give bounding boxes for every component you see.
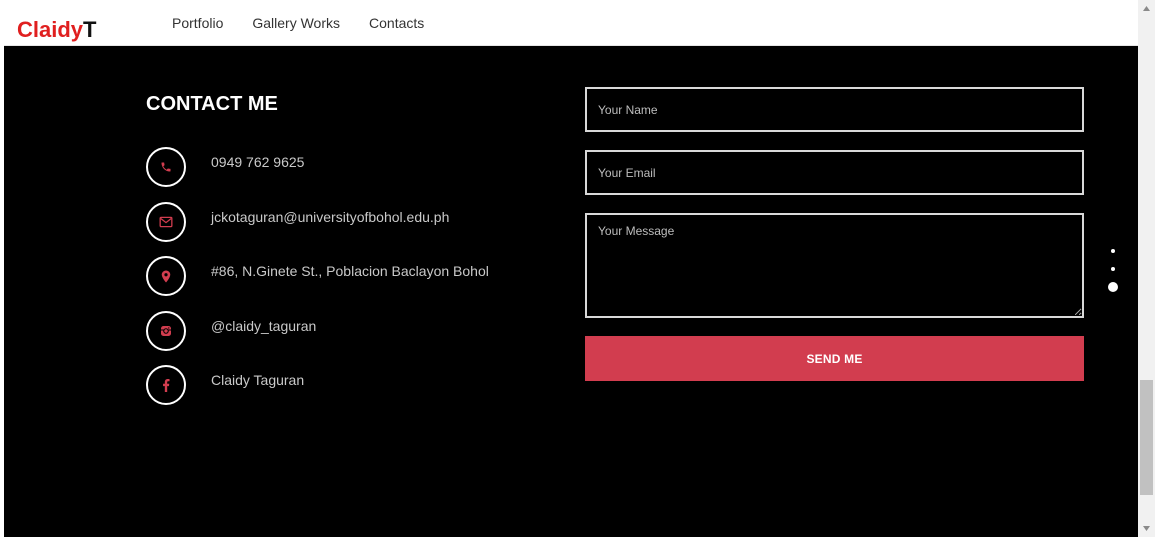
envelope-icon [146, 202, 186, 242]
message-textarea[interactable] [585, 213, 1084, 318]
instagram-icon[interactable] [146, 311, 186, 351]
contact-item-address: #86, N.Ginete St., Poblacion Baclayon Bo… [146, 254, 489, 298]
contact-item-email: jckotaguran@universityofbohol.edu.ph [146, 200, 449, 244]
page: ClaidyT Portfolio Gallery Works Contacts… [0, 0, 1155, 537]
page-dot-1[interactable] [1111, 249, 1115, 253]
contact-item-instagram: @claidy_taguran [146, 309, 316, 353]
facebook-icon[interactable] [146, 365, 186, 405]
facebook-name: Claidy Taguran [211, 372, 305, 388]
name-input[interactable] [585, 87, 1084, 132]
phone-number: 0949 762 9625 [211, 154, 305, 170]
contact-item-facebook: Claidy Taguran [146, 363, 304, 407]
contact-section: CONTACT ME 0949 762 9625 jckotaguran@uni… [4, 46, 1138, 537]
page-dot-3-active[interactable] [1108, 282, 1118, 292]
nav-link-portfolio[interactable]: Portfolio [172, 14, 223, 32]
contact-title: CONTACT ME [146, 93, 278, 115]
street-address: #86, N.Ginete St., Poblacion Baclayon Bo… [211, 263, 489, 279]
email-address: jckotaguran@universityofbohol.edu.ph [211, 209, 450, 225]
vertical-scrollbar[interactable] [1138, 0, 1155, 537]
send-button[interactable]: SEND ME [585, 336, 1084, 381]
scroll-up-arrow-icon[interactable] [1138, 0, 1155, 17]
nav-link-contacts[interactable]: Contacts [369, 14, 424, 32]
brand-name: Claidy [17, 17, 84, 42]
nav-links: Portfolio Gallery Works Contacts [172, 14, 453, 32]
instagram-handle: @claidy_taguran [211, 318, 317, 334]
brand-logo[interactable]: ClaidyT [17, 17, 96, 43]
map-pin-icon [146, 256, 186, 296]
brand-initial: T [83, 17, 97, 42]
nav-link-gallery-works[interactable]: Gallery Works [252, 14, 340, 32]
scroll-down-arrow-icon[interactable] [1138, 520, 1155, 537]
phone-icon [146, 147, 186, 187]
scrollbar-thumb[interactable] [1140, 380, 1153, 495]
contact-item-phone: 0949 762 9625 [146, 145, 304, 189]
page-dot-2[interactable] [1111, 267, 1115, 271]
navbar: ClaidyT Portfolio Gallery Works Contacts [4, 0, 1138, 46]
email-input[interactable] [585, 150, 1084, 195]
